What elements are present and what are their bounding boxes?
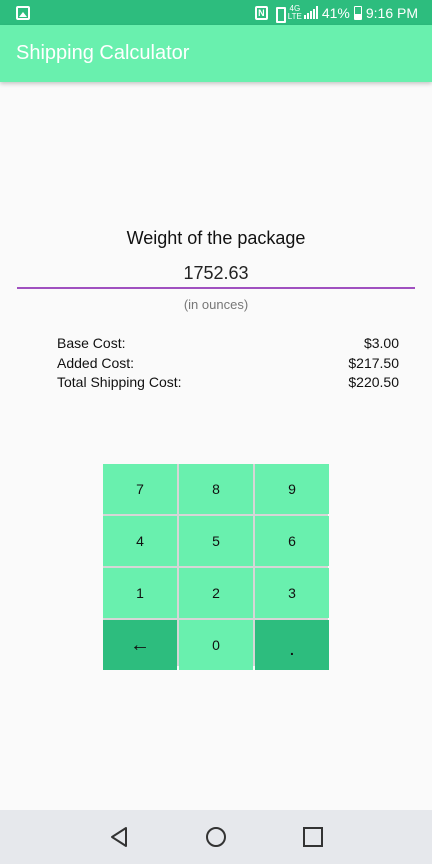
key-4[interactable]: 4 bbox=[103, 516, 177, 566]
backspace-button[interactable]: ← bbox=[103, 620, 177, 670]
status-bar: N 4G LTE 41% 9:16 PM bbox=[0, 0, 432, 25]
keypad: 7 8 9 4 5 6 1 2 3 ← 0 . bbox=[103, 464, 329, 670]
lte-icon: 4G LTE bbox=[287, 3, 302, 21]
base-cost-label: Base Cost: bbox=[57, 335, 126, 351]
key-3[interactable]: 3 bbox=[255, 568, 329, 618]
status-time: 9:16 PM bbox=[365, 4, 418, 21]
back-button[interactable] bbox=[99, 817, 139, 857]
home-button[interactable] bbox=[196, 817, 236, 857]
key-9[interactable]: 9 bbox=[255, 464, 329, 514]
key-7[interactable]: 7 bbox=[103, 464, 177, 514]
total-cost-value: $220.50 bbox=[348, 374, 399, 390]
key-6[interactable]: 6 bbox=[255, 516, 329, 566]
vibrate-icon bbox=[272, 6, 286, 23]
signal-icon bbox=[303, 6, 318, 19]
battery-percent: 41% bbox=[321, 4, 350, 21]
added-cost-row: Added Cost: $217.50 bbox=[57, 355, 399, 371]
base-cost-value: $3.00 bbox=[363, 335, 399, 351]
key-2[interactable]: 2 bbox=[179, 568, 253, 618]
weight-input[interactable]: 1752.63 bbox=[17, 259, 415, 289]
base-cost-row: Base Cost: $3.00 bbox=[57, 335, 399, 351]
recents-button[interactable] bbox=[293, 817, 333, 857]
key-1[interactable]: 1 bbox=[103, 568, 177, 618]
app-title: Shipping Calculator bbox=[16, 42, 190, 64]
total-cost-label: Total Shipping Cost: bbox=[57, 374, 182, 390]
home-icon bbox=[205, 827, 226, 847]
navigation-bar bbox=[0, 810, 432, 864]
added-cost-value: $217.50 bbox=[348, 355, 399, 371]
total-cost-row: Total Shipping Cost: $220.50 bbox=[57, 374, 399, 390]
gallery-icon bbox=[16, 5, 30, 20]
nfc-icon: N bbox=[254, 5, 268, 20]
added-cost-label: Added Cost: bbox=[57, 355, 135, 371]
decimal-point-button[interactable]: . bbox=[255, 620, 329, 670]
key-8[interactable]: 8 bbox=[179, 464, 253, 514]
unit-hint: (in ounces) bbox=[183, 297, 249, 312]
key-0[interactable]: 0 bbox=[179, 620, 253, 670]
back-icon bbox=[110, 827, 127, 847]
app-bar: Shipping Calculator bbox=[0, 25, 432, 82]
weight-label: Weight of the package bbox=[126, 228, 306, 248]
key-5[interactable]: 5 bbox=[179, 516, 253, 566]
battery-icon bbox=[353, 5, 362, 20]
recents-icon bbox=[303, 827, 324, 847]
backspace-arrow-icon: ← bbox=[130, 634, 150, 656]
